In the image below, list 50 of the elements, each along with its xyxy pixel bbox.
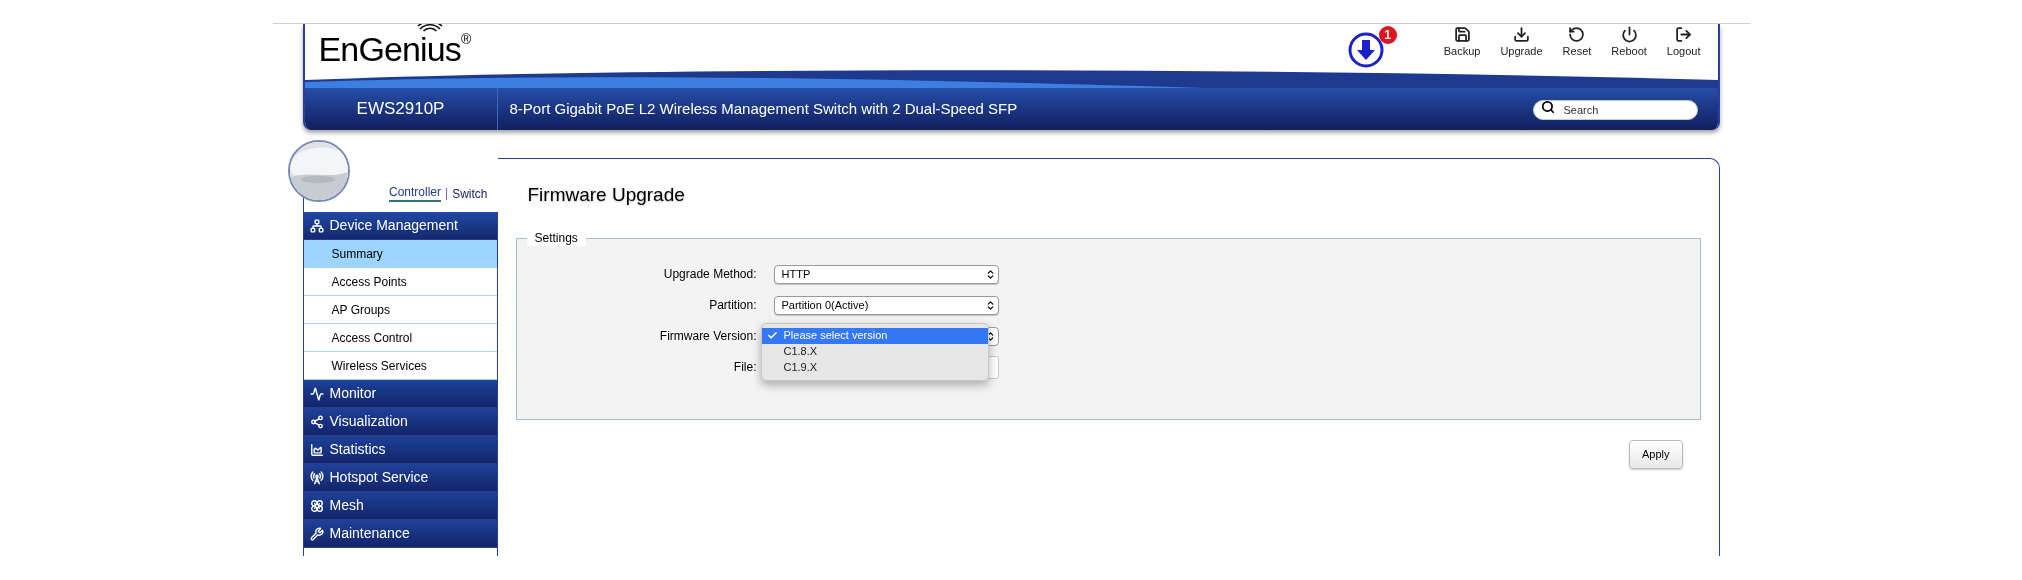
field-label: Partition: (708, 297, 757, 314)
antenna-icon (309, 470, 324, 485)
download-icon (1513, 26, 1530, 43)
toolbar-button[interactable]: Backup (1440, 26, 1484, 60)
notification-button[interactable]: 1 (1346, 26, 1397, 70)
logout-icon (1675, 26, 1693, 43)
toolbar-button[interactable]: Reset (1559, 26, 1595, 60)
logo-text: EnGenius (318, 32, 461, 66)
wrench-icon (309, 526, 324, 541)
menu-section[interactable]: Visualization (303, 408, 497, 436)
toolbar-button[interactable]: Logout (1663, 26, 1704, 60)
toolbar-button[interactable]: Upgrade (1497, 26, 1546, 60)
model-name: EWS2910P (356, 98, 445, 121)
pulse-icon (309, 386, 324, 401)
product-description: 8-Port Gigabit PoE L2 Wireless Management Switch with 2 Dual-Speed SFP (508, 98, 1019, 119)
notification-badge: 1 (1378, 26, 1397, 44)
network-icon (309, 218, 324, 233)
select-field[interactable]: Partition 0(Active) (773, 295, 999, 315)
menu-item[interactable]: Summary (303, 240, 497, 268)
mode-link[interactable]: Controller (389, 185, 442, 202)
field-label: Upgrade Method: (662, 266, 757, 283)
search-icon (1540, 100, 1555, 114)
toolbar-button[interactable]: Reboot (1608, 26, 1650, 60)
apply-button[interactable]: Apply (1628, 439, 1683, 469)
mode-separator: | (445, 185, 449, 202)
reset-icon (1568, 26, 1586, 43)
dropdown-option[interactable]: Please select version (761, 327, 988, 344)
menu-section[interactable]: Hotspot Service (303, 464, 497, 492)
menu-section[interactable]: Mesh (303, 492, 497, 520)
chart-icon (309, 442, 324, 457)
wifi-icon (416, 24, 443, 34)
select-field[interactable]: HTTP (773, 264, 999, 284)
menu-section[interactable]: Device Management (303, 212, 497, 240)
check-icon (767, 330, 778, 341)
dropdown-option[interactable]: C1.8.X (761, 343, 988, 360)
power-icon (1620, 26, 1638, 43)
floppy-icon (1453, 26, 1471, 43)
menu-section[interactable]: Maintenance (303, 520, 497, 548)
registered-mark: ® (461, 32, 472, 46)
search-field[interactable]: Search (1532, 100, 1698, 120)
share-icon (309, 414, 324, 429)
menu-section[interactable]: Monitor (303, 380, 497, 408)
menu-section[interactable]: Statistics (303, 436, 497, 464)
download-circle-icon (1346, 31, 1385, 69)
dropdown-option[interactable]: C1.9.X (761, 359, 988, 376)
page-title: Firmware Upgrade (527, 183, 686, 207)
field-label: File: (732, 359, 757, 376)
mode-link[interactable]: Switch (452, 187, 488, 202)
field-label: Firmware Version: (658, 328, 757, 345)
flower-icon (309, 498, 324, 513)
